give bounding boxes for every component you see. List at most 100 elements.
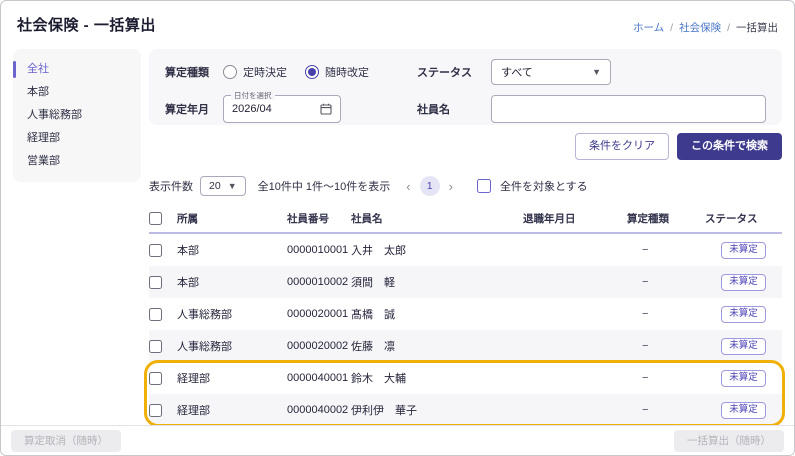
- row-checkbox[interactable]: [149, 372, 162, 385]
- table-column-header: 所属: [177, 211, 287, 226]
- topbar: 社会保険 - 一括算出 ホーム / 社会保険 / 一括算出: [1, 1, 794, 49]
- employee-name-label: 社員名: [417, 101, 491, 117]
- breadcrumb-separator: /: [670, 22, 673, 34]
- content: 全社本部人事総務部経理部営業部 算定種類 定時決定 随時改定 ステータス すべて…: [1, 49, 794, 426]
- filter-panel: 算定種類 定時決定 随時改定 ステータス すべて ▼ 算定年月 日付を選択: [149, 49, 782, 125]
- batch-calculate-button[interactable]: 一括算出（随時）: [674, 430, 784, 452]
- row-checkbox[interactable]: [149, 276, 162, 289]
- sidebar-item[interactable]: 人事総務部: [13, 104, 141, 127]
- row-checkbox[interactable]: [149, 340, 162, 353]
- calc-type-radio[interactable]: 定時決定: [223, 64, 287, 80]
- calc-type-field: 算定種類 定時決定 随時改定: [165, 59, 405, 85]
- employee-name-input[interactable]: [491, 95, 766, 123]
- select-all-target-label: 全件を対象とする: [500, 178, 588, 194]
- chevron-down-icon: ▼: [592, 67, 601, 77]
- calc-month-float-label: 日付を選択: [231, 91, 275, 100]
- cell-department: 人事総務部: [177, 306, 287, 322]
- sidebar-item[interactable]: 営業部: [13, 150, 141, 173]
- cell-employee-number: 0000010001: [287, 244, 351, 256]
- cell-employee-number: 0000040001: [287, 372, 351, 384]
- calc-type-radio-group: 定時決定 随時改定: [223, 63, 369, 81]
- breadcrumb-separator: /: [727, 22, 730, 34]
- sidebar-item-label: 経理部: [27, 132, 60, 144]
- status-field: ステータス すべて ▼: [417, 59, 766, 85]
- pager: ‹ 1 ›: [404, 176, 455, 196]
- breadcrumb-home-link[interactable]: ホーム: [633, 20, 664, 35]
- sidebar-item[interactable]: 全社: [13, 58, 141, 81]
- table-column-header: 社員番号: [287, 211, 351, 226]
- search-button[interactable]: この条件で検索: [677, 133, 782, 160]
- sidebar-item-label: 本部: [27, 86, 49, 98]
- page-title: 社会保険 - 一括算出: [17, 14, 156, 35]
- radio-label: 定時決定: [243, 64, 287, 80]
- cell-department: 経理部: [177, 370, 287, 386]
- employee-table: 所属社員番号社員名退職年月日算定種類ステータス 本部 0000010001 入井…: [149, 204, 782, 426]
- cell-calc-type: −: [627, 276, 705, 288]
- page-number[interactable]: 1: [420, 176, 440, 196]
- cell-department: 人事総務部: [177, 338, 287, 354]
- search-actions: 条件をクリア この条件で検索: [149, 133, 782, 160]
- cell-department: 本部: [177, 242, 287, 258]
- breadcrumb-current: 一括算出: [736, 20, 778, 35]
- per-page-select[interactable]: 20 ▼: [200, 176, 246, 196]
- cell-employee-name: 髙橋 誠: [351, 306, 523, 322]
- table-row: 経理部 0000040001 鈴木 大輔 − 未算定: [149, 362, 782, 394]
- table-row: 経理部 0000040002 伊利伊 華子 − 未算定: [149, 394, 782, 426]
- radio-icon: [305, 65, 319, 79]
- next-page-icon[interactable]: ›: [447, 179, 455, 194]
- list-controls: 表示件数 20 ▼ 全10件中 1件〜10件を表示 ‹ 1 › 全件を対象とする: [149, 174, 782, 198]
- table-column-header: 退職年月日: [523, 211, 627, 226]
- calc-month-input[interactable]: 日付を選択 2026/04: [223, 95, 341, 123]
- cell-calc-type: −: [627, 308, 705, 320]
- cell-employee-name: 須間 軽: [351, 274, 523, 290]
- sidebar-item[interactable]: 経理部: [13, 127, 141, 150]
- status-select[interactable]: すべて ▼: [491, 59, 611, 85]
- sidebar-item-label: 人事総務部: [27, 109, 82, 121]
- cell-employee-number: 0000040002: [287, 404, 351, 416]
- row-checkbox[interactable]: [149, 244, 162, 257]
- bottom-action-bar: 算定取消（随時） 一括算出（随時）: [1, 425, 794, 455]
- main-panel: 算定種類 定時決定 随時改定 ステータス すべて ▼ 算定年月 日付を選択: [149, 49, 782, 426]
- app-window: 社会保険 - 一括算出 ホーム / 社会保険 / 一括算出 全社本部人事総務部経…: [0, 0, 795, 456]
- cell-department: 経理部: [177, 402, 287, 418]
- select-all-target-checkbox[interactable]: [477, 179, 491, 193]
- calc-month-label: 算定年月: [165, 101, 223, 117]
- calendar-icon[interactable]: [320, 103, 332, 115]
- breadcrumb-section-link[interactable]: 社会保険: [679, 20, 721, 35]
- table-body: 本部 0000010001 入井 太郎 − 未算定 本部 0000010002 …: [149, 234, 782, 426]
- row-checkbox[interactable]: [149, 308, 162, 321]
- row-checkbox[interactable]: [149, 404, 162, 417]
- cell-employee-name: 入井 太郎: [351, 242, 523, 258]
- prev-page-icon[interactable]: ‹: [404, 179, 412, 194]
- sidebar-item[interactable]: 本部: [13, 81, 141, 104]
- table-row: 人事総務部 0000020002 佐藤 凛 − 未算定: [149, 330, 782, 362]
- per-page-value: 20: [209, 180, 221, 192]
- calc-month-field: 算定年月 日付を選択 2026/04: [165, 95, 405, 123]
- table-header-row: 所属社員番号社員名退職年月日算定種類ステータス: [149, 204, 782, 234]
- cell-calc-type: −: [627, 404, 705, 416]
- cell-employee-number: 0000020001: [287, 308, 351, 320]
- cancel-calculation-button[interactable]: 算定取消（随時）: [11, 430, 121, 452]
- cell-calc-type: −: [627, 372, 705, 384]
- status-badge: 未算定: [721, 306, 766, 323]
- status-badge: 未算定: [721, 338, 766, 355]
- clear-conditions-button[interactable]: 条件をクリア: [575, 133, 669, 160]
- result-summary: 全10件中 1件〜10件を表示: [258, 178, 391, 194]
- select-all-rows-checkbox[interactable]: [149, 212, 162, 225]
- breadcrumb: ホーム / 社会保険 / 一括算出: [633, 20, 778, 35]
- chevron-down-icon: ▼: [228, 181, 237, 191]
- cell-department: 本部: [177, 274, 287, 290]
- per-page-label: 表示件数: [149, 178, 193, 194]
- calc-month-value: 2026/04: [232, 103, 272, 115]
- calc-type-label: 算定種類: [165, 64, 223, 80]
- employee-name-field: 社員名: [417, 95, 766, 123]
- cell-employee-name: 佐藤 凛: [351, 338, 523, 354]
- table-row: 本部 0000010001 入井 太郎 − 未算定: [149, 234, 782, 266]
- cell-employee-name: 鈴木 大輔: [351, 370, 523, 386]
- sidebar-item-label: 全社: [27, 63, 49, 75]
- department-sidebar: 全社本部人事総務部経理部営業部: [13, 49, 141, 182]
- calc-type-radio[interactable]: 随時改定: [305, 64, 369, 80]
- cell-employee-number: 0000010002: [287, 276, 351, 288]
- cell-calc-type: −: [627, 244, 705, 256]
- status-select-value: すべて: [501, 64, 533, 80]
